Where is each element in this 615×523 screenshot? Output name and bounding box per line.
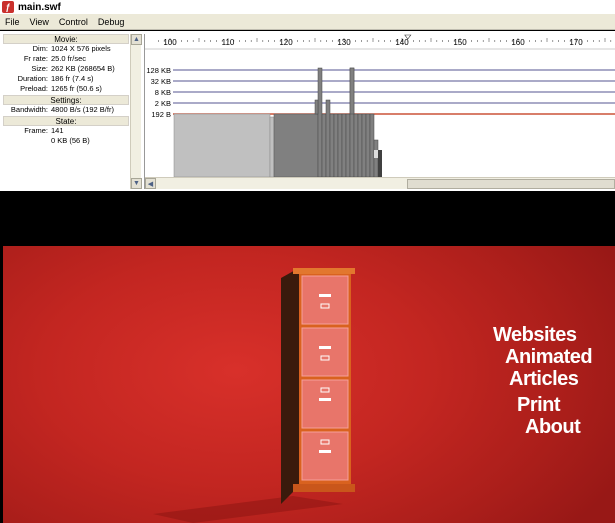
cabinet-top xyxy=(293,268,355,274)
graph-horizontal-scrollbar[interactable]: ◀ xyxy=(145,177,615,189)
nav-articles-link[interactable]: Articles xyxy=(509,368,613,390)
frame-bar xyxy=(173,113,271,178)
y-axis-label: 32 KB xyxy=(151,77,171,86)
cabinet-base xyxy=(293,484,355,492)
scroll-down-button[interactable]: ▼ xyxy=(131,178,142,189)
nav-animated-link[interactable]: Animated xyxy=(505,346,613,368)
drawer-2 xyxy=(301,327,349,377)
title-bar: ƒ main.swf xyxy=(0,0,615,14)
scroll-up-button[interactable]: ▲ xyxy=(131,34,142,45)
ruler-label: 120 xyxy=(279,38,293,47)
info-row-preload: Preload: 1265 fr (50.6 s) xyxy=(3,84,141,94)
frame-bar xyxy=(337,113,343,178)
frame-bar xyxy=(321,113,327,178)
frame-bar xyxy=(369,113,375,178)
bandwidth-profiler: Movie: Dim: 1024 X 576 pixels Fr rate: 25.… xyxy=(0,31,615,191)
menu-bar: File View Control Debug xyxy=(0,14,615,30)
menu-debug[interactable]: Debug xyxy=(93,17,130,27)
settings-section-header: Settings: xyxy=(3,95,129,105)
drawer-4 xyxy=(301,431,349,481)
info-row-bandwidth: Bandwidth: 4800 B/s (192 B/fr) xyxy=(3,105,141,115)
info-value: 141 xyxy=(51,126,64,135)
nav-print-link[interactable]: Print xyxy=(517,394,613,416)
info-row-duration: Duration: 186 fr (7.4 s) xyxy=(3,74,141,84)
info-value: 1024 X 576 pixels xyxy=(51,44,111,53)
nav-about-link[interactable]: About xyxy=(525,416,613,438)
frame-bar xyxy=(357,113,363,178)
frame-bar xyxy=(329,113,335,178)
info-value: 186 fr (7.4 s) xyxy=(51,74,94,83)
info-row-frame-size: 0 KB (56 B) xyxy=(3,136,141,146)
info-value: 4800 B/s (192 B/fr) xyxy=(51,105,114,114)
info-row-size: Size: 262 KB (268654 B) xyxy=(3,64,141,74)
y-axis-label: 192 B xyxy=(151,110,171,119)
swf-stage: Websites Animated Articles Print About xyxy=(3,246,615,523)
drawer-1 xyxy=(301,275,349,325)
frame-bar xyxy=(273,113,319,178)
ruler-label: 160 xyxy=(511,38,525,47)
info-row-frame: Frame: 141 xyxy=(3,126,141,136)
drawer-handle xyxy=(319,398,331,401)
drawer-handle xyxy=(319,294,331,297)
ruler-label: 110 xyxy=(222,38,235,47)
frame-bar xyxy=(374,150,378,158)
frame-bar xyxy=(341,113,347,178)
y-axis-label: 2 KB xyxy=(155,99,171,108)
y-axis-label: 128 KB xyxy=(146,66,171,75)
state-section-header: State: xyxy=(3,116,129,126)
info-vertical-scrollbar[interactable]: ▲ ▼ xyxy=(130,34,142,189)
ruler-label: 130 xyxy=(337,38,351,47)
scroll-left-button[interactable]: ◀ xyxy=(145,178,156,189)
y-axis-label: 8 KB xyxy=(155,88,171,97)
info-key: Size: xyxy=(31,64,48,73)
info-row-dim: Dim: 1024 X 576 pixels xyxy=(3,44,141,54)
ruler-label: 150 xyxy=(453,38,467,47)
frame-bar xyxy=(314,99,319,115)
info-key: Fr rate: xyxy=(23,54,48,63)
menu-file[interactable]: File xyxy=(0,17,25,27)
menu-control[interactable]: Control xyxy=(54,17,93,27)
drawer-handle xyxy=(319,450,331,453)
frame-bar xyxy=(269,116,275,178)
frame-bar xyxy=(345,113,351,178)
flash-player-icon: ƒ xyxy=(2,1,14,13)
bandwidth-graph: 100 110 120 130 140 150 160 170 128 KB 32 KB 8 KB 2… xyxy=(144,34,615,189)
info-value: 0 KB (56 B) xyxy=(51,136,90,145)
site-navigation: Websites Animated Articles Print About xyxy=(493,324,613,438)
menu-view[interactable]: View xyxy=(25,17,54,27)
info-key: Preload: xyxy=(20,84,48,93)
window-title: main.swf xyxy=(18,1,61,13)
info-value: 262 KB (268654 B) xyxy=(51,64,115,73)
scrollbar-thumb[interactable] xyxy=(407,179,615,189)
nav-websites-link[interactable]: Websites xyxy=(493,324,613,346)
info-key: Frame: xyxy=(24,126,48,135)
frame-bar xyxy=(317,67,323,178)
cabinet-shadow xyxy=(153,496,343,523)
frame-bar xyxy=(365,113,371,178)
stage-letterbox xyxy=(0,191,615,246)
frame-bar xyxy=(378,150,382,177)
info-key: Duration: xyxy=(17,74,48,83)
movie-section-header: Movie: xyxy=(3,34,129,44)
info-key: Bandwidth: xyxy=(10,105,48,114)
info-value: 25.0 fr/sec xyxy=(51,54,87,63)
frame-bar xyxy=(325,99,331,178)
ruler-label: 140 xyxy=(395,38,409,47)
ruler-label: 100 xyxy=(163,38,177,47)
frame-bar xyxy=(361,113,367,178)
bandwidth-graph-svg: 100 110 120 130 140 150 160 170 128 KB 32 KB 8 KB 2… xyxy=(145,34,615,178)
frame-bar xyxy=(349,67,355,115)
profiler-info-panel: Movie: Dim: 1024 X 576 pixels Fr rate: 25.… xyxy=(3,34,141,189)
frame-bar xyxy=(373,139,379,178)
frame-bar xyxy=(333,113,339,178)
info-key: Dim: xyxy=(32,44,48,53)
cabinet-side xyxy=(281,268,299,504)
info-value: 1265 fr (50.6 s) xyxy=(51,84,102,93)
frame-bar xyxy=(353,113,359,178)
drawer-handle xyxy=(319,346,331,349)
ruler-label: 170 xyxy=(569,38,583,47)
info-row-frame-rate: Fr rate: 25.0 fr/sec xyxy=(3,54,141,64)
drawer-3 xyxy=(301,379,349,429)
